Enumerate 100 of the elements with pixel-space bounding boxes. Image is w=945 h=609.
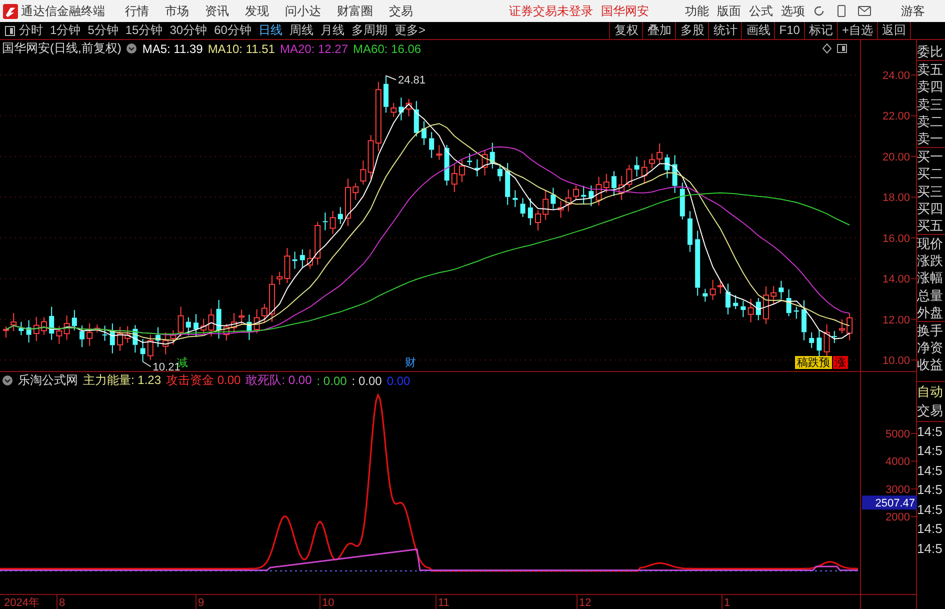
- menu-item[interactable]: 财富圈: [337, 2, 373, 20]
- menu-item[interactable]: 交易: [389, 2, 413, 20]
- cursor-value-label: 2507.47: [862, 496, 917, 510]
- period-tab[interactable]: 60分钟: [214, 22, 252, 39]
- quote-field-label: 买五: [917, 216, 944, 234]
- indicator-value: : 0.00: [316, 374, 347, 388]
- quote-field-label: 卖三: [917, 96, 944, 113]
- login-notice[interactable]: 证券交易未登录: [509, 2, 593, 20]
- date-axis-label: 9: [198, 597, 204, 609]
- indicator-axis-label: 2000: [886, 512, 910, 524]
- leader-line: [386, 75, 396, 80]
- toolbar-button[interactable]: 统计: [708, 22, 742, 39]
- indicator-value: 攻击资金 0.00: [166, 372, 241, 389]
- period-tab[interactable]: 月线: [320, 22, 344, 39]
- ma-legend-value: MA20: 12.27: [280, 42, 348, 56]
- event-tag[interactable]: 稿跌预: [795, 356, 832, 369]
- quote-field-label: 外盘: [917, 304, 944, 321]
- high-price-label: 24.81: [398, 74, 426, 87]
- menu-item[interactable]: 发现: [245, 2, 269, 20]
- ma-legend-value: MA10: 11.51: [208, 42, 275, 56]
- quote-field-label: 净资: [917, 339, 944, 356]
- quote-field-label: 总量: [917, 286, 944, 304]
- trade-time: 14:5: [917, 540, 944, 558]
- trade-time: 14:5: [917, 442, 944, 460]
- price-axis-label: 14.00: [882, 274, 910, 286]
- toolbar-button[interactable]: 复权: [609, 22, 642, 39]
- menu-item[interactable]: 问小达: [285, 2, 321, 20]
- stock-chart-title: 国华网安(日线,前复权): [2, 40, 122, 57]
- leader-line: [142, 361, 152, 368]
- trade-time: 14:5: [917, 462, 944, 480]
- date-axis-label: 11: [438, 597, 450, 609]
- panel-toggle-icon[interactable]: [5, 26, 15, 36]
- date-axis-label: 10: [322, 597, 334, 609]
- price-axis-label: 12.00: [882, 314, 910, 326]
- toolbar-button[interactable]: 返回: [877, 22, 911, 39]
- date-axis-label: 12: [579, 597, 592, 609]
- period-tab[interactable]: 周线: [289, 22, 314, 39]
- toolbar-button[interactable]: F10: [774, 22, 804, 39]
- indicator-value: 敢死队: 0.00: [246, 372, 312, 389]
- phone-icon[interactable]: [837, 5, 846, 17]
- quote-field-label: 买一: [917, 147, 945, 166]
- indicator-value: : 0.00: [352, 374, 382, 388]
- event-tag[interactable]: 涨: [833, 356, 848, 369]
- chart-options-icon[interactable]: [822, 43, 848, 54]
- trade-panel-tab[interactable]: 自动: [917, 382, 945, 402]
- quote-field-label: 卖四: [917, 78, 944, 96]
- trade-time: 14:5: [917, 481, 944, 500]
- trade-panel-tab[interactable]: 交易: [917, 401, 945, 421]
- quote-field-label: 买三: [917, 182, 944, 200]
- period-tab[interactable]: 日线: [258, 22, 282, 39]
- quote-field-label: 买四: [917, 200, 944, 217]
- date-axis-label: 2024年: [4, 597, 40, 609]
- toolbar-button[interactable]: +自选: [836, 22, 877, 39]
- menu-item[interactable]: 市场: [165, 2, 189, 20]
- period-tab[interactable]: 5分钟: [88, 22, 118, 39]
- ma-legend-value: MA5: 11.39: [142, 42, 203, 56]
- menu-item[interactable]: 版面: [717, 2, 741, 20]
- toolbar-button[interactable]: 叠加: [642, 22, 676, 39]
- price-axis-label: 22.00: [882, 110, 910, 123]
- dropdown-icon[interactable]: [126, 43, 138, 54]
- period-tab[interactable]: 15分钟: [125, 22, 163, 39]
- indicator-value: 0.00: [386, 374, 410, 388]
- quote-field-label: 现价: [917, 234, 945, 252]
- quote-field-label: 卖五: [917, 60, 945, 78]
- price-axis-label: 10.00: [882, 355, 910, 368]
- indicator-axis-label: 3000: [886, 484, 910, 496]
- toolbar-button[interactable]: 标记: [804, 22, 837, 39]
- menu-item[interactable]: 选项: [781, 2, 805, 20]
- period-tab[interactable]: 30分钟: [170, 22, 208, 39]
- stock-name-link[interactable]: 国华网安: [601, 2, 649, 20]
- period-tab[interactable]: 分时: [19, 22, 43, 39]
- mail-icon[interactable]: [858, 6, 871, 16]
- dropdown-icon[interactable]: [2, 375, 13, 386]
- date-axis-label: 1: [724, 597, 730, 609]
- quote-field-label: 卖二: [917, 112, 944, 130]
- trade-time: 14:5: [917, 420, 945, 442]
- trade-time: 14:5: [917, 520, 944, 538]
- menu-item[interactable]: 行情: [125, 2, 149, 20]
- price-axis-label: 20.00: [882, 151, 910, 164]
- indicator-title: 乐淘公式网: [18, 372, 78, 389]
- refresh-icon[interactable]: [813, 5, 825, 17]
- indicator-axis-label: 5000: [886, 428, 910, 440]
- menu-item[interactable]: 资讯: [205, 2, 229, 20]
- toolbar-button[interactable]: 画线: [741, 22, 774, 39]
- event-marker[interactable]: 财: [405, 357, 416, 369]
- indicator-axis-label: 4000: [886, 456, 910, 468]
- menu-item[interactable]: 功能: [685, 2, 709, 20]
- indicator-value: 主力能量: 1.23: [83, 372, 162, 389]
- menu-item[interactable]: 公式: [749, 2, 773, 20]
- period-tab[interactable]: 1分钟: [50, 22, 81, 39]
- trade-time: 14:5: [917, 500, 944, 519]
- period-tab[interactable]: 更多>: [394, 22, 426, 39]
- quote-field-label: 涨跌: [917, 252, 944, 270]
- period-tab[interactable]: 多周期: [351, 22, 388, 39]
- user-label[interactable]: 游客: [901, 2, 925, 20]
- quote-field-label: 卖一: [917, 130, 944, 148]
- price-axis-label: 24.00: [882, 70, 910, 82]
- quote-field-label: 买二: [917, 165, 944, 182]
- date-axis-label: 8: [59, 597, 66, 609]
- toolbar-button[interactable]: 多股: [675, 22, 708, 39]
